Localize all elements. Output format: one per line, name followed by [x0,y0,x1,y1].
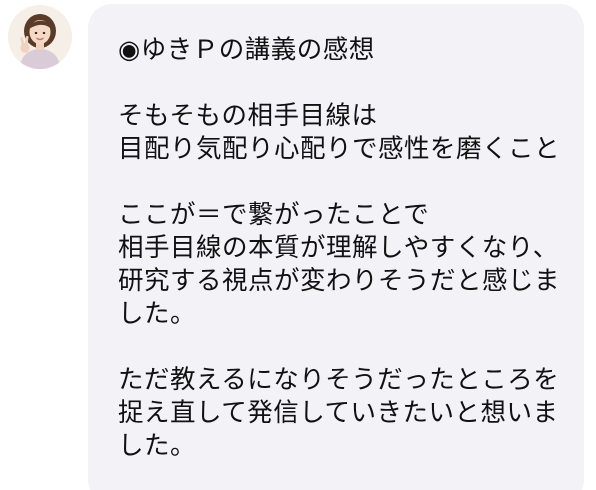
previous-message-fragment [110,0,190,2]
chat-screen: ◉ゆきＰの講義の感想 そもそもの相手目線は 目配り気配り心配りで感性を磨くこと … [0,0,596,490]
message-line: した。 [118,299,197,329]
message-line: そもそもの相手目線は [118,101,378,131]
message-title: ◉ゆきＰの講義の感想 [118,35,375,65]
message-line: 目配り気配り心配りで感性を磨くこと [118,134,561,164]
message-line: ただ教えるになりそうだったところを [118,365,560,395]
message-bubble[interactable]: ◉ゆきＰの講義の感想 そもそもの相手目線は 目配り気配り心配りで感性を磨くこと … [88,4,584,490]
message-line: 研究する視点が変わりそうだと感じま [118,266,561,296]
avatar-photo-icon [8,5,72,69]
message-line: した。 [118,431,197,461]
sender-avatar[interactable] [8,5,72,69]
message-line: 相手目線の本質が理解しやすくなり、 [118,233,559,263]
message-line: 捉え直して発信していきたいと想いま [118,398,559,428]
message-line: ここが＝で繋がったことで [118,200,430,230]
